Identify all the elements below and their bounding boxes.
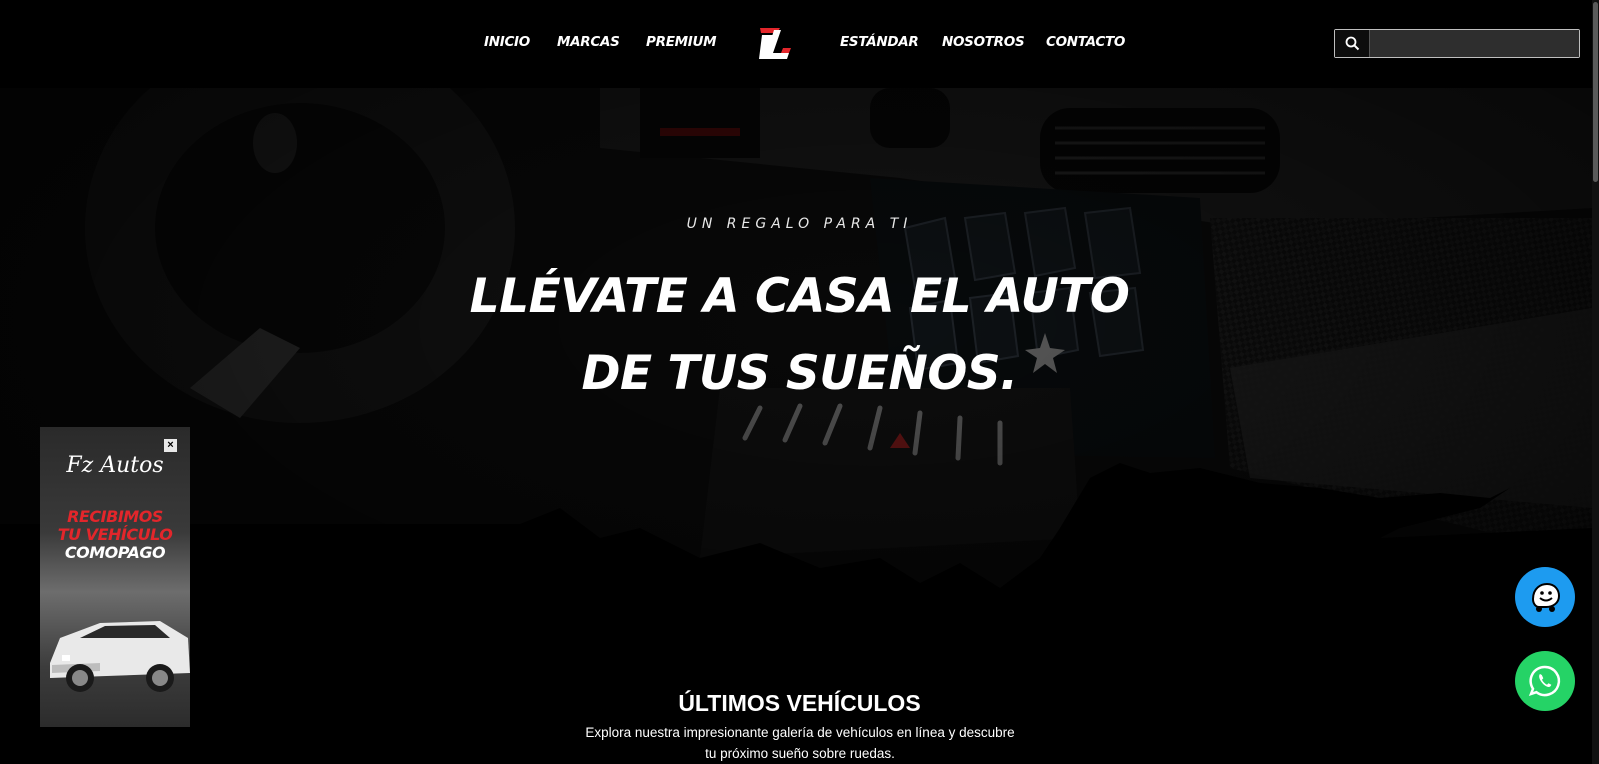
hero-banner: UN REGALO PARA TI LLÉVATE A CASA EL AUTO… <box>0 88 1592 764</box>
site-header: INICIO MARCAS PREMIUM ESTÁNDAR NOSOTROS … <box>0 0 1599 88</box>
section-description-line2: tu próximo sueño sobre ruedas. <box>705 746 895 761</box>
promo-headline-1: RECIBIMOS <box>67 507 163 526</box>
waze-icon <box>1531 582 1561 612</box>
whatsapp-icon <box>1528 665 1561 697</box>
hero-title-line2: DE TUS SUEÑOS. <box>581 346 1018 401</box>
promo-brand: Fz Autos <box>66 453 164 478</box>
nav-inicio[interactable]: INICIO <box>484 34 530 50</box>
whatsapp-button[interactable] <box>1515 651 1575 711</box>
search-input[interactable] <box>1370 30 1579 57</box>
nav-nosotros[interactable]: NOSOTROS <box>942 34 1025 50</box>
section-description-line1: Explora nuestra impresionante galería de… <box>585 725 1015 740</box>
promo-headline-2: TU VEHÍCULO <box>57 525 173 544</box>
waze-button[interactable] <box>1515 567 1575 627</box>
search-icon[interactable] <box>1335 30 1370 57</box>
nav-marcas[interactable]: MARCAS <box>557 34 620 50</box>
hero-eyebrow: UN REGALO PARA TI <box>686 216 913 232</box>
section-description: Explora nuestra impresionante galería de… <box>570 722 1030 764</box>
close-icon[interactable]: × <box>164 439 177 452</box>
nav-premium[interactable]: PREMIUM <box>646 34 717 50</box>
hero-title: LLÉVATE A CASA EL AUTO DE TUS SUEÑOS. <box>0 258 1592 412</box>
scrollbar-thumb[interactable] <box>1593 2 1598 182</box>
zl-logo-icon[interactable] <box>756 26 794 62</box>
dashboard-background-image <box>0 88 1592 764</box>
search-box <box>1334 29 1580 58</box>
hero-title-line1: LLÉVATE A CASA EL AUTO <box>469 269 1130 324</box>
promo-headline-3: COMOPAGO <box>64 543 166 562</box>
page-scrollbar[interactable] <box>1592 0 1599 764</box>
promo-car-image <box>50 621 190 692</box>
promo-popup[interactable]: × Fz Autos RECIBIMOS TU VEHÍCULO COMOPAG… <box>40 427 190 727</box>
nav-contacto[interactable]: CONTACTO <box>1046 34 1125 50</box>
section-title: ÚLTIMOS VEHÍCULOS <box>678 690 921 716</box>
nav-estandar[interactable]: ESTÁNDAR <box>840 34 919 50</box>
